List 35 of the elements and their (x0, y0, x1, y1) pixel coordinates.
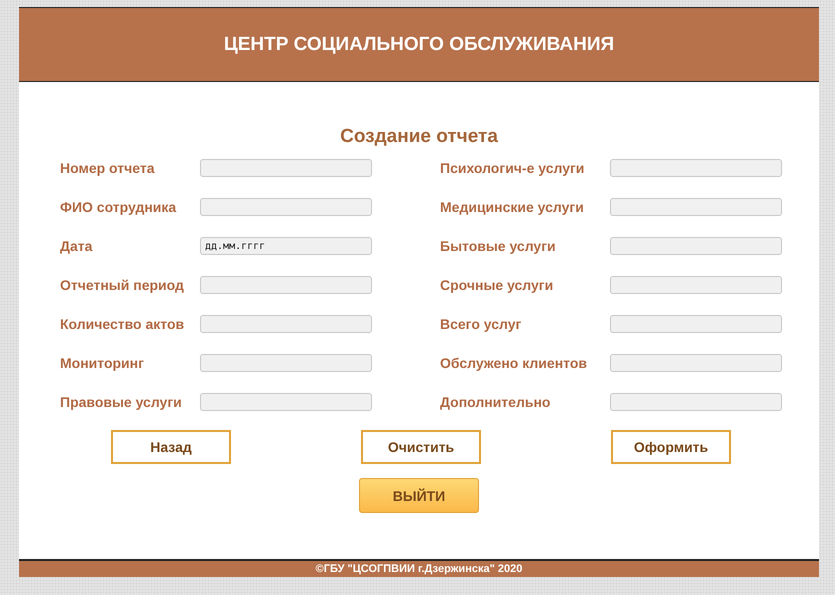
field-label: ФИО сотрудника (60, 199, 178, 215)
field-label: Номер отчета (60, 160, 156, 176)
form-title: Создание отчета (339, 125, 499, 149)
field-label: Дополнительно (440, 394, 552, 410)
input-field[interactable] (610, 354, 782, 372)
field-label: Дата (60, 238, 94, 254)
input-field[interactable] (610, 198, 782, 216)
input-field[interactable] (610, 276, 782, 294)
input-field[interactable] (200, 393, 372, 411)
input-field[interactable] (200, 276, 372, 294)
input-field[interactable] (610, 393, 782, 411)
copyright-text: ©ГБУ "ЦСОГПВИИ г.Дзержинска" 2020 (316, 563, 522, 575)
exit-button[interactable]: ВЫЙТИ (359, 478, 479, 513)
field-label: Количество актов (60, 316, 186, 332)
input-field[interactable]: дд.мм.гггг (200, 237, 372, 255)
field-label: Мониторинг (60, 355, 145, 371)
field-label: Бытовые услуги (440, 238, 557, 254)
field-label: Срочные услуги (440, 277, 554, 293)
input-field[interactable] (610, 237, 782, 255)
input-field[interactable] (200, 315, 372, 333)
field-label: Правовые услуги (60, 394, 183, 410)
field-label: Медицинские услуги (440, 199, 585, 215)
input-field[interactable] (200, 198, 372, 216)
field-label: Психологич-е услуги (440, 160, 586, 176)
field-label: Всего услуг (440, 316, 522, 332)
action-button[interactable]: Назад (111, 430, 231, 464)
field-label: Обслужено клиентов (440, 355, 588, 371)
site-title: ЦЕНТР СОЦИАЛЬНОГО ОБСЛУЖИВАНИЯ (224, 34, 614, 56)
input-field[interactable] (610, 315, 782, 333)
input-field[interactable] (200, 159, 372, 177)
field-label: Отчетный период (60, 277, 185, 293)
action-button[interactable]: Очистить (361, 430, 481, 464)
input-field[interactable] (610, 159, 782, 177)
action-button[interactable]: Оформить (611, 430, 731, 464)
input-field[interactable] (200, 354, 372, 372)
